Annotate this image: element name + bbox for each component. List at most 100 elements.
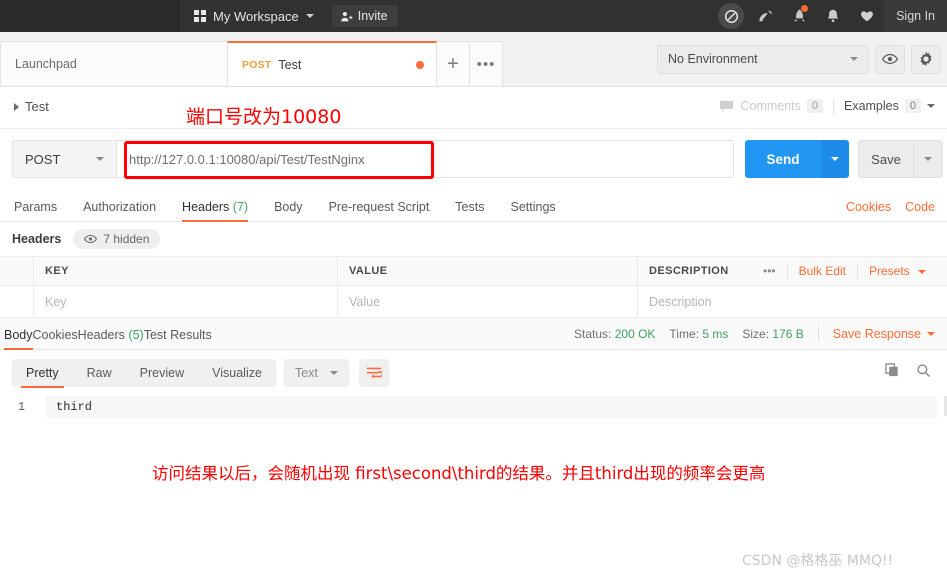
examples-button[interactable]: Examples 0	[844, 99, 935, 113]
save-response-button[interactable]: Save Response	[833, 327, 935, 341]
time-label: Time:	[669, 327, 699, 341]
gear-icon	[918, 51, 934, 67]
interceptor-button[interactable]	[714, 0, 748, 32]
tab-tests[interactable]: Tests	[455, 200, 484, 221]
save-button[interactable]: Save	[858, 140, 913, 178]
chevron-down-icon	[306, 14, 314, 18]
eye-icon	[882, 53, 898, 65]
tab-settings-label: Settings	[510, 200, 555, 214]
response-format-select[interactable]: Text	[284, 359, 349, 387]
size-label: Size:	[742, 327, 769, 341]
tab-launchpad[interactable]: Launchpad	[0, 41, 228, 86]
chevron-down-icon	[831, 157, 839, 161]
copy-icon	[885, 363, 900, 378]
tab-headers-count: (7)	[233, 200, 248, 214]
invite-button[interactable]: Invite	[332, 5, 398, 27]
environment-select[interactable]: No Environment	[657, 45, 869, 74]
description-input[interactable]: Description	[638, 286, 947, 318]
breadcrumb[interactable]: Test	[14, 99, 49, 114]
sign-in-button[interactable]: Sign In	[884, 0, 947, 32]
new-tab-button[interactable]: +	[436, 41, 470, 86]
chevron-down-icon	[927, 104, 935, 108]
presets-button[interactable]: Presets	[858, 264, 937, 278]
breadcrumb-actions: Comments 0 Examples 0	[719, 98, 935, 114]
invite-label: Invite	[358, 9, 388, 23]
tab-headers[interactable]: Headers (7)	[182, 200, 248, 221]
tab-body[interactable]: Body	[274, 200, 303, 221]
environment-quick-look-button[interactable]	[875, 45, 905, 74]
notifications-button[interactable]	[816, 0, 850, 32]
tab-settings[interactable]: Settings	[510, 200, 555, 221]
breadcrumb-label: Test	[25, 99, 49, 114]
tab-pre-request-script[interactable]: Pre-request Script	[329, 200, 430, 221]
hidden-headers-toggle[interactable]: 7 hidden	[73, 229, 160, 249]
settings-button[interactable]	[911, 45, 941, 74]
workspace-selector[interactable]: My Workspace	[194, 9, 314, 24]
tab-authorization[interactable]: Authorization	[83, 200, 156, 221]
examples-count: 0	[905, 99, 921, 113]
view-mode-visualize[interactable]: Visualize	[198, 359, 276, 387]
tab-test[interactable]: POST Test	[227, 41, 437, 86]
watermark: CSDN @格格巫 MMQ!!	[742, 550, 893, 570]
tab-authorization-label: Authorization	[83, 200, 156, 214]
url-input[interactable]: http://127.0.0.1:10080/api/Test/TestNgin…	[117, 140, 734, 178]
comments-count: 0	[807, 99, 823, 113]
search-button[interactable]	[916, 363, 931, 383]
send-options-button[interactable]	[821, 140, 849, 178]
cookies-link[interactable]: Cookies	[846, 200, 891, 214]
response-tab-headers[interactable]: Headers (5)	[78, 328, 144, 349]
tab-tests-label: Tests	[455, 200, 484, 214]
headers-label-row: Headers 7 hidden	[0, 222, 947, 256]
divider	[818, 326, 819, 342]
response-tab-body[interactable]: Body	[4, 328, 33, 349]
tab-headers-label: Headers	[182, 200, 229, 214]
tab-options-button[interactable]: •••	[469, 41, 503, 86]
grid-icon	[194, 10, 206, 22]
favorites-button[interactable]	[850, 0, 884, 32]
wrap-lines-button[interactable]	[359, 359, 389, 387]
headers-more-button[interactable]: •••	[752, 264, 787, 278]
value-input[interactable]: Value	[338, 286, 638, 318]
divider	[833, 98, 834, 114]
save-options-button[interactable]	[913, 140, 943, 178]
response-tab-headers-count: (5)	[128, 328, 143, 342]
invite-person-icon	[340, 10, 353, 23]
tab-launchpad-label: Launchpad	[15, 57, 77, 71]
code-link[interactable]: Code	[905, 200, 935, 214]
response-tab-test-results[interactable]: Test Results	[144, 328, 212, 349]
table-row[interactable]: Key Value Description	[0, 286, 947, 318]
response-tab-cookies[interactable]: Cookies	[33, 328, 78, 349]
response-meta: Status: 200 OK Time: 5 ms Size: 176 B Sa…	[574, 326, 947, 349]
bulk-edit-button[interactable]: Bulk Edit	[788, 264, 857, 278]
method-select[interactable]: POST	[12, 140, 117, 178]
response-view-bar: Pretty Raw Preview Visualize Text	[0, 350, 947, 396]
rocket-button[interactable]	[782, 0, 816, 32]
plus-icon: +	[447, 53, 459, 76]
tab-pre-request-script-label: Pre-request Script	[329, 200, 430, 214]
workspace-label: My Workspace	[213, 9, 299, 24]
response-body-editor[interactable]: 1 third	[0, 396, 947, 420]
chevron-down-icon	[927, 332, 935, 336]
view-mode-raw[interactable]: Raw	[73, 359, 126, 387]
view-mode-preview[interactable]: Preview	[126, 359, 198, 387]
satellite-button[interactable]	[748, 0, 782, 32]
key-input[interactable]: Key	[34, 286, 338, 318]
tab-params[interactable]: Params	[14, 200, 57, 221]
tab-test-label: Test	[278, 58, 301, 72]
eye-icon	[84, 234, 97, 244]
send-button[interactable]: Send	[745, 140, 821, 178]
chevron-down-icon	[850, 57, 858, 61]
view-mode-pretty[interactable]: Pretty	[12, 359, 73, 387]
copy-button[interactable]	[885, 363, 900, 383]
tab-test-method: POST	[242, 59, 271, 71]
environment-label: No Environment	[668, 52, 758, 66]
chevron-down-icon	[96, 157, 104, 161]
row-checkbox[interactable]	[0, 286, 34, 318]
examples-label: Examples	[844, 99, 899, 113]
environment-controls: No Environment	[657, 32, 947, 86]
save-response-label: Save Response	[833, 327, 921, 341]
chevron-down-icon	[924, 157, 932, 161]
chevron-down-icon	[918, 270, 926, 274]
comments-button[interactable]: Comments 0	[719, 99, 823, 113]
url-value: http://127.0.0.1:10080/api/Test/TestNgin…	[129, 152, 365, 167]
